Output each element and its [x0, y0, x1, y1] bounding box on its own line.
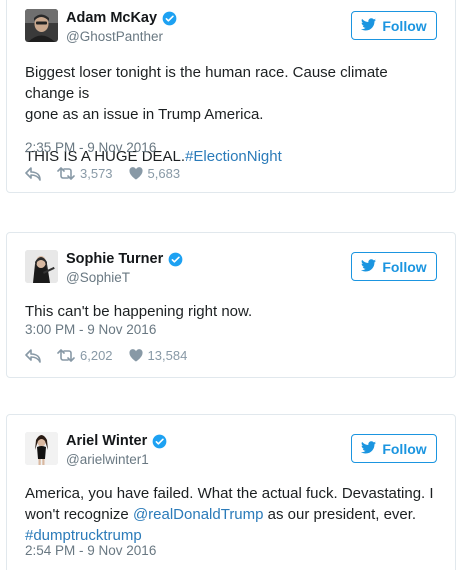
reply-button[interactable]	[25, 348, 41, 363]
retweet-icon	[57, 349, 75, 362]
tweet-timestamp[interactable]: 2:35 PM - 9 Nov 2016	[25, 140, 156, 155]
verified-icon	[162, 11, 177, 26]
retweet-count: 6,202	[80, 348, 113, 363]
twitter-bird-icon	[361, 258, 377, 275]
display-name[interactable]: Sophie Turner	[66, 251, 163, 267]
reply-icon	[25, 348, 41, 363]
follow-label: Follow	[382, 17, 427, 34]
verified-icon	[152, 434, 167, 449]
tweet-card-ariel-winter: Ariel Winter @arielwinter1 Follow Americ…	[6, 414, 456, 570]
user-handle[interactable]: @arielwinter1	[66, 452, 149, 467]
retweet-icon	[57, 167, 75, 180]
display-name[interactable]: Adam McKay	[66, 10, 157, 26]
retweet-button[interactable]: 6,202	[57, 348, 113, 363]
reply-icon	[25, 166, 41, 181]
name-row: Adam McKay	[66, 10, 177, 26]
avatar[interactable]	[25, 9, 58, 42]
twitter-bird-icon	[361, 440, 377, 457]
follow-label: Follow	[382, 258, 427, 275]
hashtag-link[interactable]: #dumptrucktrump	[25, 527, 142, 544]
like-button[interactable]: 13,584	[128, 348, 188, 363]
name-row: Sophie Turner	[66, 251, 183, 267]
follow-button[interactable]: Follow	[351, 252, 437, 281]
tweet-text-line: gone as an issue in Trump America.	[25, 106, 264, 123]
follow-button[interactable]: Follow	[351, 11, 437, 40]
retweet-button[interactable]: 3,573	[57, 166, 113, 181]
mention-link[interactable]: @realDonaldTrump	[133, 506, 264, 523]
tweet-text: This can't be happening right now.	[25, 303, 253, 320]
tweet-timestamp[interactable]: 2:54 PM - 9 Nov 2016	[25, 543, 156, 558]
retweet-count: 3,573	[80, 166, 113, 181]
tweet-text-fragment: won't recognize	[25, 506, 133, 523]
tweet-card-sophie-turner: Sophie Turner @SophieT Follow This can't…	[6, 232, 456, 378]
tweet-text: America, you have failed. What the actua…	[25, 483, 441, 546]
tweet-header: Sophie Turner @SophieT Follow	[25, 250, 437, 290]
like-count: 5,683	[147, 166, 181, 181]
tweet-timestamp[interactable]: 3:00 PM - 9 Nov 2016	[25, 322, 156, 337]
tweet-header: Adam McKay @GhostPanther Follow	[25, 9, 437, 49]
name-row: Ariel Winter	[66, 433, 167, 449]
like-count: 13,584	[147, 348, 188, 363]
heart-icon	[128, 167, 143, 180]
tweet-header: Ariel Winter @arielwinter1 Follow	[25, 432, 437, 472]
follow-button[interactable]: Follow	[351, 434, 437, 463]
hashtag-link[interactable]: #ElectionNight	[185, 148, 282, 165]
twitter-bird-icon	[361, 17, 377, 34]
tweet-actions: 3,573 5,683	[25, 166, 196, 181]
user-handle[interactable]: @GhostPanther	[66, 29, 163, 44]
tweet-text-fragment: as our president, ever.	[263, 506, 417, 523]
avatar[interactable]	[25, 250, 58, 283]
tweet-actions: 6,202 13,584	[25, 348, 203, 363]
like-button[interactable]: 5,683	[128, 166, 181, 181]
tweet-text-line: America, you have failed. What the actua…	[25, 485, 434, 502]
verified-icon	[168, 252, 183, 267]
tweet-card-adam-mckay: Adam McKay @GhostPanther Follow Biggest …	[6, 0, 456, 193]
avatar[interactable]	[25, 432, 58, 465]
display-name[interactable]: Ariel Winter	[66, 433, 147, 449]
heart-icon	[128, 349, 143, 362]
reply-button[interactable]	[25, 166, 41, 181]
user-handle[interactable]: @SophieT	[66, 270, 130, 285]
follow-label: Follow	[382, 440, 427, 457]
tweet-text-line: Biggest loser tonight is the human race.…	[25, 64, 392, 102]
